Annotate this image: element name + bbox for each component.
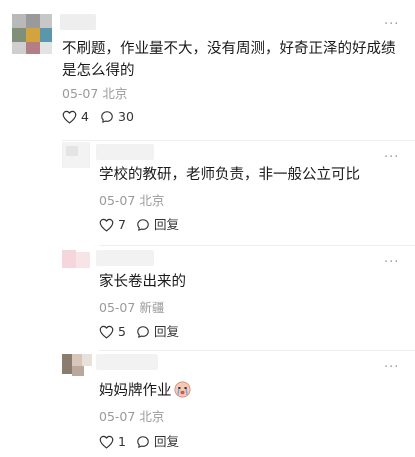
reply-button[interactable]: 30 xyxy=(100,109,134,125)
heart-icon xyxy=(99,325,114,339)
comment-date: 05-07 xyxy=(99,300,136,315)
comment-bubble-icon xyxy=(137,326,149,338)
comment-location: 北京 xyxy=(139,193,165,208)
divider xyxy=(99,245,415,246)
comment-meta: 05-07 北京 xyxy=(62,86,127,102)
username-blurred[interactable] xyxy=(96,354,158,370)
comment-location: 北京 xyxy=(139,409,165,424)
like-button[interactable]: 7 xyxy=(99,217,126,233)
reply-button[interactable]: 回复 xyxy=(136,434,179,450)
reply-label: 回复 xyxy=(154,434,180,449)
heart-icon xyxy=(99,218,114,232)
reply-count: 30 xyxy=(118,109,134,124)
comment-meta: 05-07 新疆 xyxy=(99,300,164,316)
reply-label: 回复 xyxy=(154,217,180,232)
comment-date: 05-07 xyxy=(99,409,136,424)
divider xyxy=(62,140,415,141)
like-count: 4 xyxy=(81,109,89,124)
heart-icon xyxy=(62,110,77,124)
comment-bubble-icon xyxy=(101,111,113,123)
more-options-icon[interactable]: ··· xyxy=(384,151,399,164)
username-blurred[interactable] xyxy=(60,14,96,30)
more-options-icon[interactable]: ··· xyxy=(384,256,399,269)
reply-button[interactable]: 回复 xyxy=(136,324,179,340)
like-button[interactable]: 1 xyxy=(99,434,126,450)
comment-date: 05-07 xyxy=(99,193,136,208)
comment-location: 新疆 xyxy=(139,300,165,315)
comment-bubble-icon xyxy=(137,219,149,231)
comment-date: 05-07 xyxy=(62,86,99,101)
more-options-icon[interactable]: ··· xyxy=(384,18,399,31)
comment-text: 妈妈牌作业 xyxy=(99,380,399,402)
more-options-icon[interactable]: ··· xyxy=(384,361,399,374)
like-button[interactable]: 4 xyxy=(62,109,89,125)
like-button[interactable]: 5 xyxy=(99,324,126,340)
avatar[interactable] xyxy=(62,248,92,272)
avatar[interactable] xyxy=(12,14,52,54)
like-count: 5 xyxy=(118,324,126,339)
comment-meta: 05-07 北京 xyxy=(99,193,164,209)
username-blurred[interactable] xyxy=(96,250,154,266)
avatar[interactable] xyxy=(62,142,90,168)
comment-text: 不刷题，作业量不大，没有周测，好奇正泽的好成绩是怎么得的 xyxy=(62,41,396,79)
username-blurred[interactable] xyxy=(96,144,154,160)
avatar[interactable] xyxy=(62,352,92,378)
comment-text-content: 妈妈牌作业 xyxy=(99,383,172,399)
reply-button[interactable]: 回复 xyxy=(136,217,179,233)
comment-text: 学校的教研，老师负责，非一般公立可比 xyxy=(99,167,360,183)
heart-icon xyxy=(99,435,114,449)
comment-bubble-icon xyxy=(137,436,149,448)
comment-location: 北京 xyxy=(102,86,128,101)
like-count: 7 xyxy=(118,217,126,232)
comment-meta: 05-07 北京 xyxy=(99,409,164,425)
comment-text: 家长卷出来的 xyxy=(99,274,186,290)
reply-label: 回复 xyxy=(154,324,180,339)
like-count: 1 xyxy=(118,434,126,449)
divider xyxy=(99,350,415,351)
crying-face-emoji-icon xyxy=(174,381,190,398)
